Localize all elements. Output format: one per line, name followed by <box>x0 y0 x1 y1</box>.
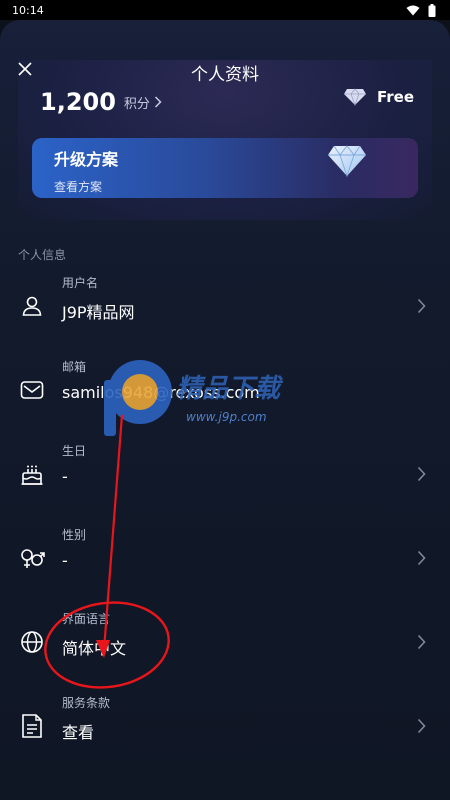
username-label: 用户名 <box>62 276 99 290</box>
plan-label: Free <box>376 88 414 106</box>
language-label: 界面语言 <box>62 612 111 626</box>
list-item-birthday[interactable]: 生日 - <box>0 432 450 516</box>
chevron-right-icon <box>417 298 426 314</box>
chevron-right-icon <box>417 718 426 734</box>
close-icon <box>18 62 32 76</box>
close-button[interactable] <box>14 58 36 80</box>
header: 个人资料 <box>0 54 450 90</box>
chevron-right-icon <box>417 466 426 482</box>
user-icon <box>18 292 46 320</box>
terms-label: 服务条款 <box>62 696 111 710</box>
username-value: J9P精品网 <box>62 303 135 322</box>
birthday-value: - <box>62 467 68 486</box>
points-row[interactable]: 1,200 积分 Free <box>40 88 420 116</box>
page-title: 个人资料 <box>191 64 259 85</box>
birthday-label: 生日 <box>62 444 87 458</box>
battery-icon <box>428 3 436 17</box>
diamond-icon <box>328 145 366 178</box>
mail-icon <box>18 376 46 404</box>
gender-label: 性别 <box>62 528 87 542</box>
chevron-right-icon <box>417 634 426 650</box>
chevron-right-icon <box>154 96 162 108</box>
plan-badge: Free <box>343 88 414 106</box>
gender-value: - <box>62 551 68 570</box>
list-item-gender[interactable]: 性别 - <box>0 516 450 600</box>
status-icons <box>406 3 436 17</box>
section-title: 个人信息 <box>18 248 67 262</box>
points-label: 积分 <box>123 96 150 112</box>
status-bar: 10:14 <box>0 0 450 20</box>
cake-icon <box>18 460 46 488</box>
watermark-brand: 精品下载 <box>176 374 281 404</box>
document-icon <box>18 712 46 740</box>
chevron-right-icon <box>417 550 426 566</box>
gender-icon <box>18 544 46 572</box>
globe-icon <box>18 628 46 656</box>
terms-value: 查看 <box>62 723 95 742</box>
upgrade-plan-card[interactable]: 升级方案 查看方案 <box>32 138 418 198</box>
watermark-url: www.j9p.com <box>186 410 267 424</box>
email-label: 邮箱 <box>62 360 87 374</box>
upgrade-subtitle: 查看方案 <box>54 180 103 194</box>
diamond-icon <box>343 88 366 106</box>
language-value: 简体中文 <box>62 639 127 658</box>
list-item-username[interactable]: 用户名 J9P精品网 <box>0 264 450 348</box>
points-value: 1,200 <box>40 88 116 116</box>
list-item-language[interactable]: 界面语言 简体中文 <box>0 600 450 684</box>
list-item-terms[interactable]: 服务条款 查看 <box>0 684 450 768</box>
status-time: 10:14 <box>12 3 44 17</box>
wifi-icon <box>406 5 420 15</box>
